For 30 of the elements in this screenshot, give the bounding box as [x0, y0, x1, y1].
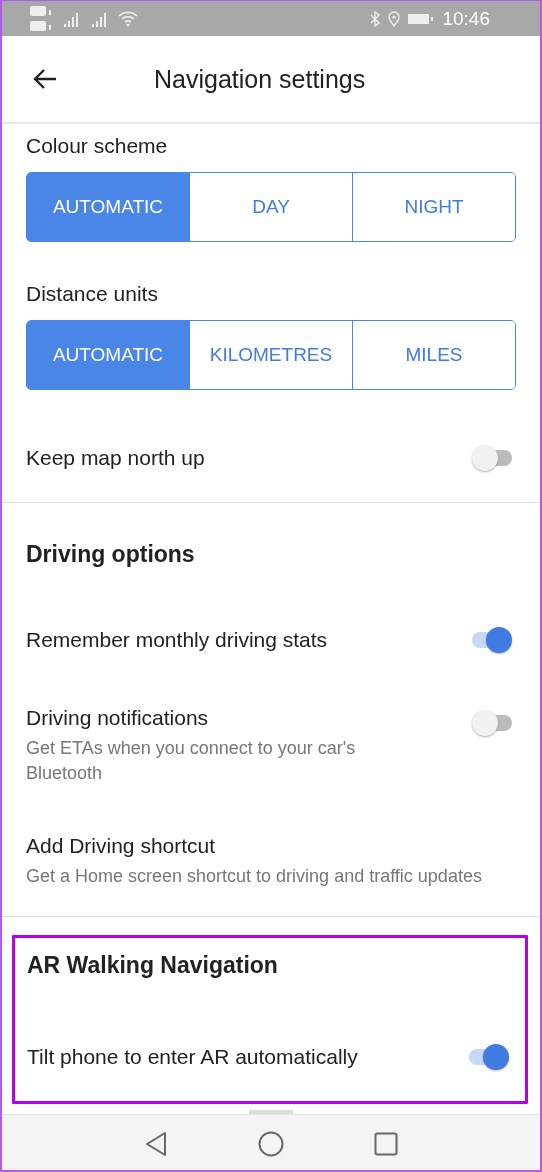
setting-description: Get ETAs when you connect to your car's Bluetooth — [26, 737, 357, 785]
wifi-icon — [118, 10, 138, 27]
location-icon — [388, 10, 401, 27]
section-heading: Driving options — [26, 540, 196, 569]
segment-option[interactable]: AUTOMATIC — [27, 321, 189, 389]
screen-title: Navigation settings — [154, 64, 366, 94]
segment-option[interactable]: MILES — [352, 321, 515, 389]
bluetooth-icon — [370, 10, 381, 27]
setting-label: Distance units — [26, 282, 159, 306]
setting-label[interactable]: Driving notifications — [26, 706, 412, 730]
status-time: 10:46 — [442, 7, 490, 30]
toggle-switch[interactable] — [469, 1044, 509, 1070]
recents-icon[interactable] — [374, 1132, 398, 1156]
setting-label[interactable]: Remember monthly driving stats — [26, 628, 412, 652]
segment-option[interactable]: AUTOMATIC — [27, 173, 189, 241]
setting-label[interactable]: Keep map north up — [26, 446, 412, 470]
back-icon[interactable] — [144, 1131, 168, 1157]
sim-cards-icon — [28, 3, 54, 34]
toggle-switch[interactable] — [472, 710, 512, 736]
battery-icon — [408, 12, 435, 25]
section-heading: AR Walking Navigation — [27, 951, 279, 980]
setting-label[interactable]: Tilt phone to enter AR automatically — [27, 1045, 409, 1069]
setting-label: Colour scheme — [26, 134, 169, 158]
back-arrow-icon[interactable] — [32, 68, 58, 90]
toggle-switch[interactable] — [472, 445, 512, 471]
setting-label[interactable]: Add Driving shortcut — [26, 834, 504, 858]
segment-option[interactable]: NIGHT — [352, 173, 515, 241]
toggle-switch[interactable] — [472, 627, 512, 653]
home-icon[interactable] — [258, 1131, 284, 1157]
setting-description: Get a Home screen shortcut to driving and traffic updates — [26, 865, 483, 888]
